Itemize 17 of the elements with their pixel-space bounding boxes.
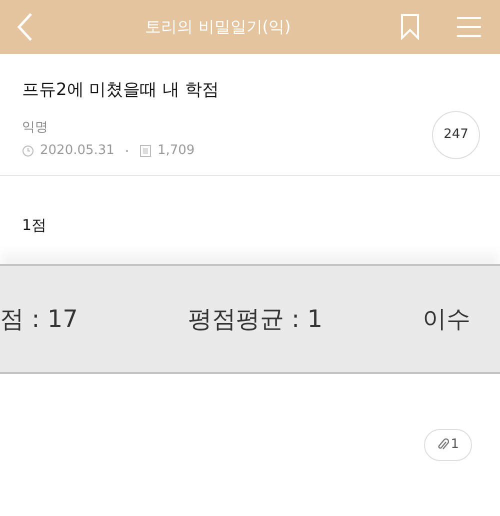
attachment-button[interactable]: 1 — [424, 429, 472, 461]
document-icon — [140, 144, 152, 157]
author-name: 익명 — [22, 118, 49, 136]
grade-text: 평점평균 : 1 — [188, 304, 323, 335]
clock-icon — [22, 144, 34, 157]
back-icon — [16, 12, 34, 42]
cafe-title: 토리의 비밀일기(익) — [145, 16, 291, 38]
view-count: 1,709 — [157, 142, 195, 160]
grade-text: 점 : 17 — [0, 304, 78, 335]
grade-text: 이수 — [422, 304, 471, 335]
post-date: 2020.05.31 — [40, 142, 114, 160]
paperclip-icon — [436, 438, 449, 452]
menu-icon — [457, 16, 481, 38]
post-title: 프듀2에 미쳤을때 내 학점 — [22, 79, 220, 102]
post-body: 1점 — [21, 214, 48, 236]
comment-count-button[interactable]: 247 — [432, 110, 480, 158]
bookmark-icon — [400, 14, 420, 40]
